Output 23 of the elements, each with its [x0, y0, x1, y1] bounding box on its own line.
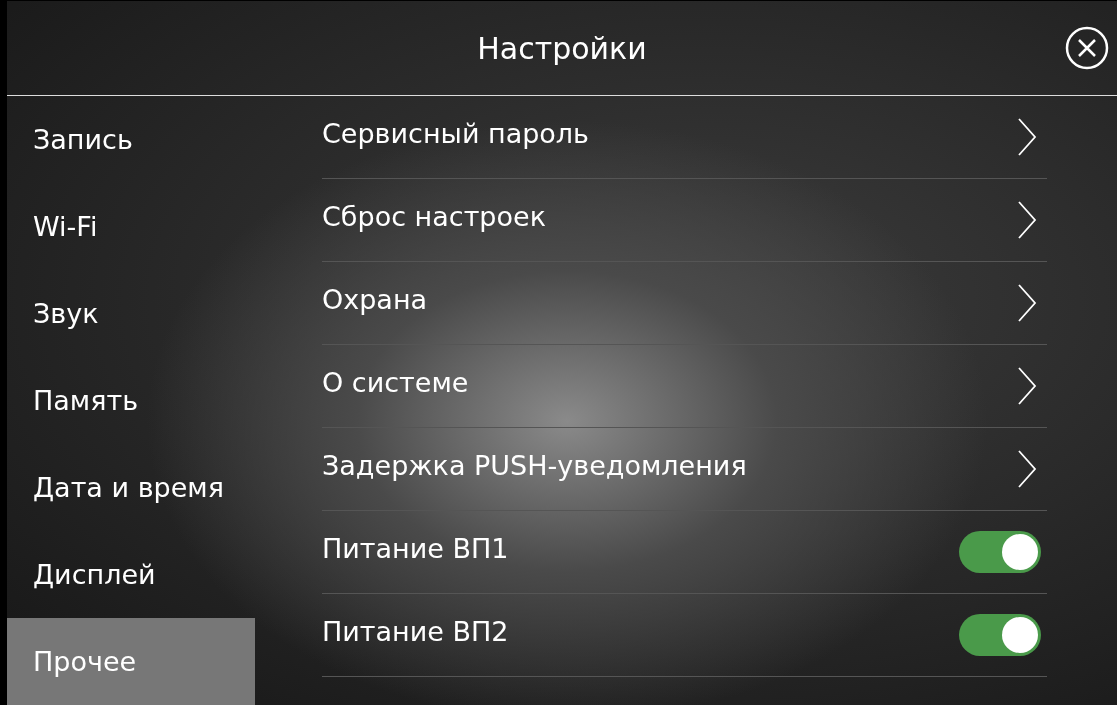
sidebar-item[interactable]: Дисплей: [7, 531, 255, 618]
toggle-switch[interactable]: [959, 614, 1041, 656]
setting-label: Задержка PUSH-уведомления: [322, 449, 747, 481]
sidebar-item[interactable]: Прочее: [7, 618, 255, 705]
setting-label: О системе: [322, 366, 469, 398]
chevron-icon[interactable]: [1017, 117, 1037, 157]
setting-label: Сервисный пароль: [322, 117, 590, 149]
chevron-icon[interactable]: [1017, 283, 1037, 323]
close-icon[interactable]: [1065, 26, 1109, 70]
chevron-icon[interactable]: [1017, 200, 1037, 240]
chevron-icon[interactable]: [1017, 449, 1037, 489]
setting-label: Сброс настроек: [322, 200, 546, 232]
toggle-switch[interactable]: [959, 531, 1041, 573]
window-title: Настройки: [477, 30, 647, 66]
sidebar-item[interactable]: Запись: [7, 96, 255, 183]
chevron-icon[interactable]: [1017, 366, 1037, 406]
setting-label: Питание ВП1: [322, 532, 509, 564]
sidebar-item[interactable]: Дата и время: [7, 444, 255, 531]
sidebar-item[interactable]: Wi-Fi: [7, 183, 255, 270]
sidebar-item[interactable]: Память: [7, 357, 255, 444]
setting-label: Питание ВП2: [322, 615, 509, 647]
setting-label: Охрана: [322, 283, 428, 315]
sidebar-item[interactable]: Звук: [7, 270, 255, 357]
